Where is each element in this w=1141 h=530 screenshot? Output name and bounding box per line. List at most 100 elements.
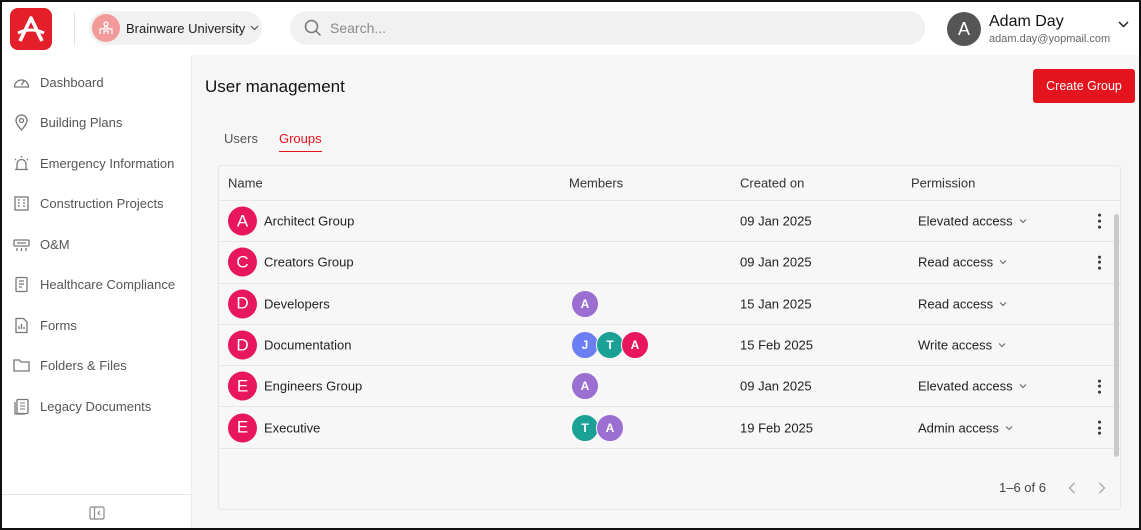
sidebar-item-forms[interactable]: Forms — [2, 305, 191, 346]
chevron-left-icon — [1068, 482, 1075, 493]
prev-page-button[interactable] — [1068, 482, 1076, 494]
group-name[interactable]: Engineers Group — [264, 379, 362, 394]
groups-table: Name Members Created on Permission A Arc… — [218, 165, 1121, 510]
table-row[interactable]: D Documentation JTA 15 Feb 2025 Write ac… — [219, 325, 1120, 367]
member-avatar[interactable]: J — [571, 331, 599, 360]
siren-icon — [14, 155, 29, 170]
member-avatar[interactable]: A — [596, 413, 624, 442]
sidebar-item-construction-projects[interactable]: Construction Projects — [2, 184, 191, 225]
group-name[interactable]: Developers — [264, 296, 330, 311]
more-options-icon[interactable] — [1092, 254, 1106, 271]
group-avatar: A — [228, 206, 257, 236]
created-date: 09 Jan 2025 — [740, 213, 812, 229]
avatar: A — [947, 12, 981, 46]
table-row[interactable]: A Architect Group 09 Jan 2025 Elevated a… — [219, 201, 1120, 243]
user-menu[interactable]: A Adam Day adam.day@yopmail.com — [947, 10, 1137, 48]
next-page-button[interactable] — [1098, 482, 1106, 494]
chevron-down-icon — [998, 343, 1006, 348]
sidebar-item-label: Emergency Information — [40, 155, 175, 171]
table-row[interactable]: E Engineers Group A 09 Jan 2025 Elevated… — [219, 366, 1120, 408]
permission-label: Elevated access — [918, 213, 1013, 229]
app-window: Brainware University A Adam Day adam.day… — [0, 0, 1141, 530]
main-content: User management Create Group Users Group… — [192, 55, 1139, 528]
column-header-created[interactable]: Created on — [740, 176, 804, 191]
group-avatar: C — [228, 247, 257, 277]
sidebar-item-dashboard[interactable]: Dashboard — [2, 62, 191, 103]
user-name: Adam Day — [989, 13, 1064, 31]
sidebar-item-label: Legacy Documents — [40, 398, 152, 414]
table-row[interactable]: C Creators Group 09 Jan 2025 Read access — [219, 242, 1120, 284]
chevron-down-icon — [1019, 219, 1027, 224]
sidebar-item-legacy-documents[interactable]: Legacy Documents — [2, 386, 191, 427]
chevron-down-icon — [1005, 425, 1013, 430]
org-selector[interactable]: Brainware University — [89, 11, 262, 45]
table-header: Name Members Created on Permission — [219, 166, 1120, 201]
chevron-down-icon — [1118, 21, 1129, 28]
tab-users[interactable]: Users — [224, 131, 258, 152]
top-bar: Brainware University A Adam Day adam.day… — [2, 2, 1139, 55]
permission-dropdown[interactable]: Elevated access — [918, 379, 1027, 394]
tab-groups[interactable]: Groups — [278, 131, 322, 152]
org-icon — [92, 14, 120, 42]
table-row[interactable]: D Developers A 15 Jan 2025 Read access — [219, 284, 1120, 325]
scrollbar[interactable] — [1114, 202, 1119, 457]
permission-dropdown[interactable]: Read access — [918, 296, 1007, 311]
org-name: Brainware University — [126, 20, 246, 36]
members-stack: A — [571, 289, 599, 318]
members-stack: TA — [571, 413, 624, 442]
group-name[interactable]: Architect Group — [264, 214, 354, 229]
form-icon — [15, 317, 28, 333]
member-avatar[interactable]: A — [571, 372, 599, 401]
column-header-name[interactable]: Name — [228, 176, 263, 191]
permission-dropdown[interactable]: Admin access — [918, 420, 1013, 435]
permission-dropdown[interactable]: Write access — [918, 338, 1006, 353]
group-name[interactable]: Creators Group — [264, 255, 354, 270]
created-date: 19 Feb 2025 — [740, 420, 814, 436]
scrollbar-thumb[interactable] — [1114, 214, 1119, 457]
sidebar-footer — [2, 494, 191, 528]
member-avatar[interactable]: A — [571, 289, 599, 318]
hvac-icon — [13, 239, 30, 251]
create-group-button[interactable]: Create Group — [1033, 69, 1135, 103]
permission-label: Write access — [918, 337, 993, 353]
collapse-sidebar-icon[interactable] — [88, 505, 105, 520]
permission-dropdown[interactable]: Elevated access — [918, 214, 1027, 229]
group-avatar: E — [228, 371, 257, 401]
members-stack: JTA — [571, 331, 649, 360]
pagination-range: 1–6 of 6 — [999, 480, 1046, 495]
member-avatar[interactable]: A — [621, 331, 649, 360]
sidebar-item-label: Healthcare Compliance — [40, 277, 176, 293]
sidebar-item-healthcare-compliance[interactable]: Healthcare Compliance — [2, 265, 191, 306]
members-stack: A — [571, 372, 599, 401]
sidebar-item-folders-files[interactable]: Folders & Files — [2, 346, 191, 387]
map-pin-icon — [15, 114, 28, 132]
page-title: User management — [205, 77, 345, 96]
more-options-icon[interactable] — [1092, 378, 1106, 395]
search-input[interactable] — [330, 20, 890, 36]
table-row[interactable]: E Executive TA 19 Feb 2025 Admin access — [219, 407, 1120, 449]
sidebar-item-label: Construction Projects — [40, 196, 164, 212]
permission-dropdown[interactable]: Read access — [918, 255, 1007, 270]
group-avatar: D — [228, 330, 257, 360]
more-options-icon[interactable] — [1092, 419, 1106, 436]
sidebar-item-o-and-m[interactable]: O&M — [2, 224, 191, 265]
app-logo[interactable] — [10, 8, 52, 50]
sidebar-item-building-plans[interactable]: Building Plans — [2, 103, 191, 144]
folder-icon — [13, 359, 30, 372]
member-avatar[interactable]: T — [571, 413, 599, 442]
group-avatar: E — [228, 413, 257, 443]
search-icon — [304, 19, 322, 37]
group-name[interactable]: Documentation — [264, 338, 351, 353]
logo-icon — [17, 16, 45, 42]
group-name[interactable]: Executive — [264, 420, 320, 435]
user-info: Adam Day adam.day@yopmail.com — [989, 13, 1110, 45]
created-date: 15 Jan 2025 — [740, 296, 812, 312]
chevron-down-icon — [999, 260, 1007, 265]
pagination: 1–6 of 6 — [999, 480, 1106, 495]
member-avatar[interactable]: T — [596, 331, 624, 360]
sidebar-item-label: Building Plans — [40, 115, 123, 131]
more-options-icon[interactable] — [1092, 213, 1106, 230]
created-date: 09 Jan 2025 — [740, 378, 812, 394]
building-icon — [14, 196, 29, 211]
sidebar-item-emergency-information[interactable]: Emergency Information — [2, 143, 191, 184]
